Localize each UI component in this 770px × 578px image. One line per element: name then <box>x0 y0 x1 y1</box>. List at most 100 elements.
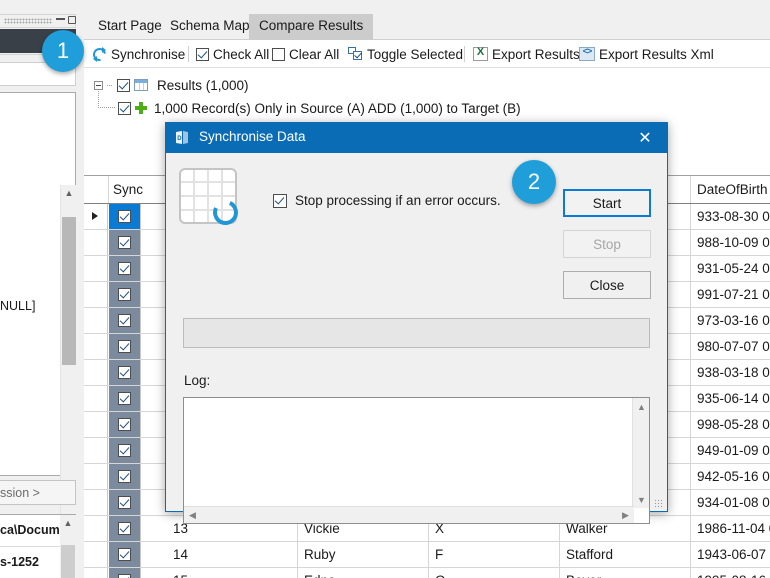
scroll-up-icon[interactable]: ▲ <box>633 398 650 415</box>
scrollbar-thumb[interactable] <box>62 217 76 365</box>
scroll-right-icon[interactable]: ▶ <box>617 507 634 524</box>
close-button[interactable]: Close <box>563 271 651 299</box>
checked-box-icon[interactable] <box>118 210 131 223</box>
sync-checkbox-cell[interactable] <box>109 412 141 437</box>
cell-dob[interactable]: 934-01-08 00:... <box>691 490 770 515</box>
start-button[interactable]: Start <box>563 189 651 217</box>
tree-node-records[interactable]: 1,000 Record(s) Only in Source (A) ADD (… <box>118 98 521 118</box>
cell-dob[interactable]: 980-07-07 00:... <box>691 334 770 359</box>
panel-expression-button[interactable]: ssion > <box>0 480 76 505</box>
resize-grip-icon[interactable] <box>654 499 664 509</box>
checked-box-icon[interactable] <box>117 78 130 92</box>
sync-checkbox-cell[interactable] <box>109 204 141 229</box>
cell-dob[interactable]: 933-08-30 00:... <box>691 204 770 229</box>
row-selector-cell[interactable] <box>84 516 108 541</box>
row-selector-cell[interactable] <box>84 438 108 463</box>
cell-mi[interactable]: O <box>429 568 560 578</box>
checked-box-icon[interactable] <box>118 470 131 483</box>
row-selector-cell[interactable] <box>84 334 108 359</box>
row-selector-cell[interactable] <box>84 256 108 281</box>
row-selector-cell[interactable] <box>84 360 108 385</box>
row-selector-cell[interactable] <box>84 464 108 489</box>
sync-checkbox-cell[interactable] <box>109 386 141 411</box>
close-icon[interactable]: ✕ <box>623 123 667 153</box>
cell-dob[interactable]: 998-05-28 00:... <box>691 412 770 437</box>
scroll-up-icon[interactable]: ▲ <box>61 185 77 202</box>
sync-checkbox-cell[interactable] <box>109 516 141 541</box>
dialog-title-bar[interactable]: D Synchronise Data ✕ <box>166 123 667 153</box>
scrollbar-thumb[interactable] <box>61 545 75 578</box>
sync-checkbox-cell[interactable] <box>109 256 141 281</box>
toolbar-synchronise-button[interactable]: Synchronise <box>90 44 185 64</box>
row-selector-cell[interactable] <box>84 308 108 333</box>
cell-last[interactable]: Stafford <box>560 542 691 567</box>
row-selector-cell[interactable] <box>84 490 108 515</box>
stop-on-error-checkbox[interactable]: Stop processing if an error occurs. <box>273 193 501 208</box>
cell-dob[interactable]: 1986-11-04 00:... <box>691 516 770 541</box>
toolbar-toggle-selected-button[interactable]: Toggle Selected <box>348 44 463 64</box>
sync-checkbox-cell[interactable] <box>109 490 141 515</box>
column-header-sync[interactable]: Sync <box>109 176 167 203</box>
checked-box-icon[interactable] <box>118 496 131 509</box>
cell-dob[interactable]: 991-07-21 00:... <box>691 282 770 307</box>
row-selector-cell[interactable] <box>84 230 108 255</box>
row-selector-cell[interactable] <box>84 568 108 578</box>
tree-node-results[interactable]: Results (1,000) <box>94 75 249 95</box>
cell-mi[interactable]: F <box>429 542 560 567</box>
sync-checkbox-cell[interactable] <box>109 360 141 385</box>
table-row[interactable]: 14RubyFStafford1943-06-07 00:... <box>84 542 770 568</box>
checked-box-icon[interactable] <box>118 392 131 405</box>
cell-dob[interactable]: 949-01-09 00:... <box>691 438 770 463</box>
cell-dob[interactable]: 988-10-09 00:... <box>691 230 770 255</box>
row-selector-cell[interactable] <box>84 386 108 411</box>
sync-checkbox-cell[interactable] <box>109 282 141 307</box>
table-row[interactable]: 15EdnaOBoyer1995-08-16 00:... <box>84 568 770 578</box>
row-selector-cell[interactable] <box>84 412 108 437</box>
toolbar-export-results-xml-button[interactable]: Export Results Xml <box>579 44 714 64</box>
sync-checkbox-cell[interactable] <box>109 230 141 255</box>
cell-dob[interactable]: 931-05-24 00:... <box>691 256 770 281</box>
minimize-icon[interactable] <box>56 18 65 20</box>
checked-box-icon[interactable] <box>118 314 131 327</box>
scroll-up-icon[interactable]: ▲ <box>60 515 76 532</box>
panel-bottom-grid[interactable]: ca\Docum s-1252 ▲ <box>0 514 76 578</box>
sync-checkbox-cell[interactable] <box>109 464 141 489</box>
cell-dob[interactable]: 938-03-18 00:... <box>691 360 770 385</box>
checked-box-icon[interactable] <box>118 262 131 275</box>
cell-dob[interactable]: 973-03-16 00:... <box>691 308 770 333</box>
cell-dob[interactable]: 1995-08-16 00:... <box>691 568 770 578</box>
scroll-left-icon[interactable]: ◀ <box>184 507 201 524</box>
sync-checkbox-cell[interactable] <box>109 334 141 359</box>
sync-checkbox-cell[interactable] <box>109 308 141 333</box>
checked-box-icon[interactable] <box>118 340 131 353</box>
tab-compare-results[interactable]: Compare Results <box>249 14 374 40</box>
column-header-rowselector[interactable] <box>84 176 109 203</box>
pin-icon[interactable] <box>68 16 76 24</box>
cell-id[interactable]: 15 <box>167 568 298 578</box>
log-vertical-scrollbar[interactable]: ▲ ▼ <box>632 398 649 508</box>
checked-box-icon[interactable] <box>118 236 131 249</box>
cell-dob[interactable]: 1943-06-07 00:... <box>691 542 770 567</box>
checked-box-icon[interactable] <box>118 418 131 431</box>
cell-id[interactable]: 14 <box>167 542 298 567</box>
scroll-down-icon[interactable]: ▼ <box>633 491 650 508</box>
checked-box-icon[interactable] <box>118 101 131 115</box>
list-item[interactable]: s-1252 <box>0 547 60 578</box>
cell-last[interactable]: Boyer <box>560 568 691 578</box>
toolbar-clear-all-button[interactable]: Clear All <box>272 44 339 64</box>
tab-schema-map[interactable]: Schema Map <box>160 14 260 40</box>
sync-checkbox-cell[interactable] <box>109 542 141 567</box>
checked-box-icon[interactable] <box>118 522 131 535</box>
sync-checkbox-cell[interactable] <box>109 568 141 578</box>
column-header-dateofbirth[interactable]: DateOfBirth <box>691 176 770 203</box>
checked-box-icon[interactable] <box>273 193 287 208</box>
cell-first[interactable]: Edna <box>298 568 429 578</box>
sync-checkbox-cell[interactable] <box>109 438 141 463</box>
log-horizontal-scrollbar[interactable]: ◀ ▶ <box>184 506 634 523</box>
cell-first[interactable]: Ruby <box>298 542 429 567</box>
checked-box-icon[interactable] <box>118 444 131 457</box>
log-textarea[interactable]: ▲ ▼ ◀ ▶ <box>183 397 650 524</box>
checked-box-icon[interactable] <box>118 548 131 561</box>
cell-dob[interactable]: 935-06-14 00:... <box>691 386 770 411</box>
row-selector-cell[interactable] <box>84 542 108 567</box>
